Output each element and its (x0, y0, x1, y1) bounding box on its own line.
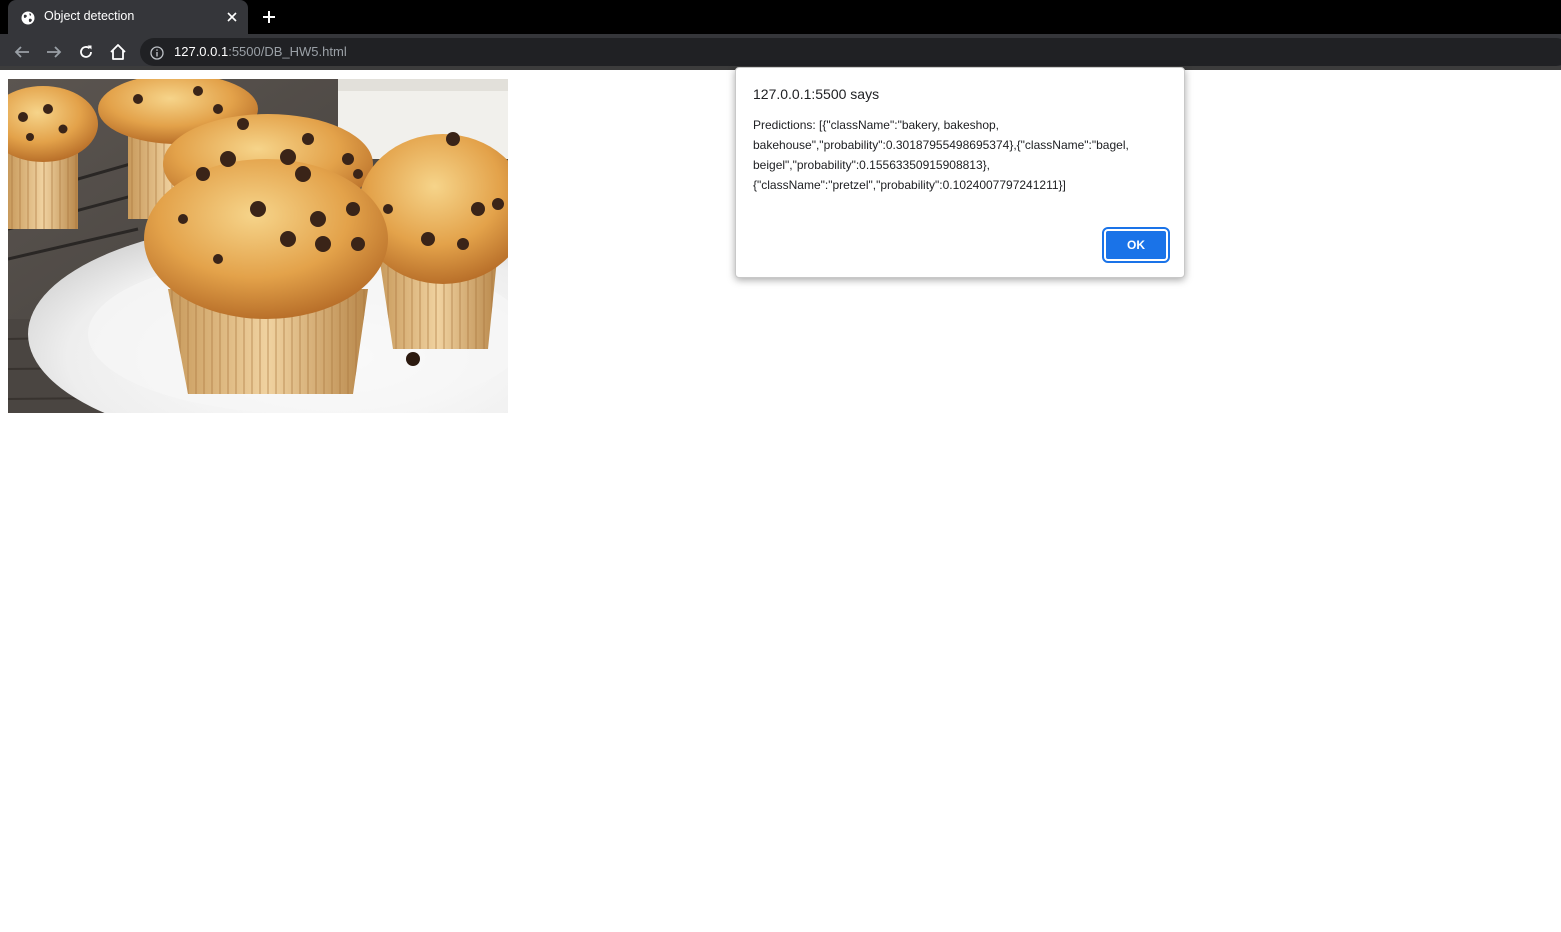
url-text: 127.0.0.1:5500/DB_HW5.html (174, 44, 347, 59)
url-host: 127.0.0.1 (174, 44, 229, 59)
arrow-left-icon[interactable] (12, 42, 32, 62)
ok-button[interactable]: OK (1102, 227, 1170, 263)
muffin-image (8, 79, 508, 413)
arrow-right-icon[interactable] (44, 42, 64, 62)
url-path: :5500/DB_HW5.html (228, 44, 347, 59)
address-bar[interactable]: 127.0.0.1:5500/DB_HW5.html (140, 38, 1561, 66)
plus-icon[interactable] (261, 9, 277, 25)
tab-title: Object detection (44, 9, 135, 23)
tab-strip: Object detection (0, 0, 1561, 34)
reload-icon[interactable] (76, 42, 96, 62)
browser-toolbar: 127.0.0.1:5500/DB_HW5.html (0, 34, 1561, 70)
info-icon[interactable] (150, 45, 164, 60)
alert-dialog: 127.0.0.1:5500 says Predictions: [{"clas… (735, 67, 1185, 278)
home-icon[interactable] (108, 42, 128, 62)
dialog-title: 127.0.0.1:5500 says (753, 86, 880, 102)
tab-object-detection[interactable]: Object detection (8, 0, 248, 34)
close-icon[interactable] (224, 9, 240, 25)
dialog-message: Predictions: [{"className":"bakery, bake… (753, 118, 1129, 192)
globe-icon (21, 10, 35, 25)
